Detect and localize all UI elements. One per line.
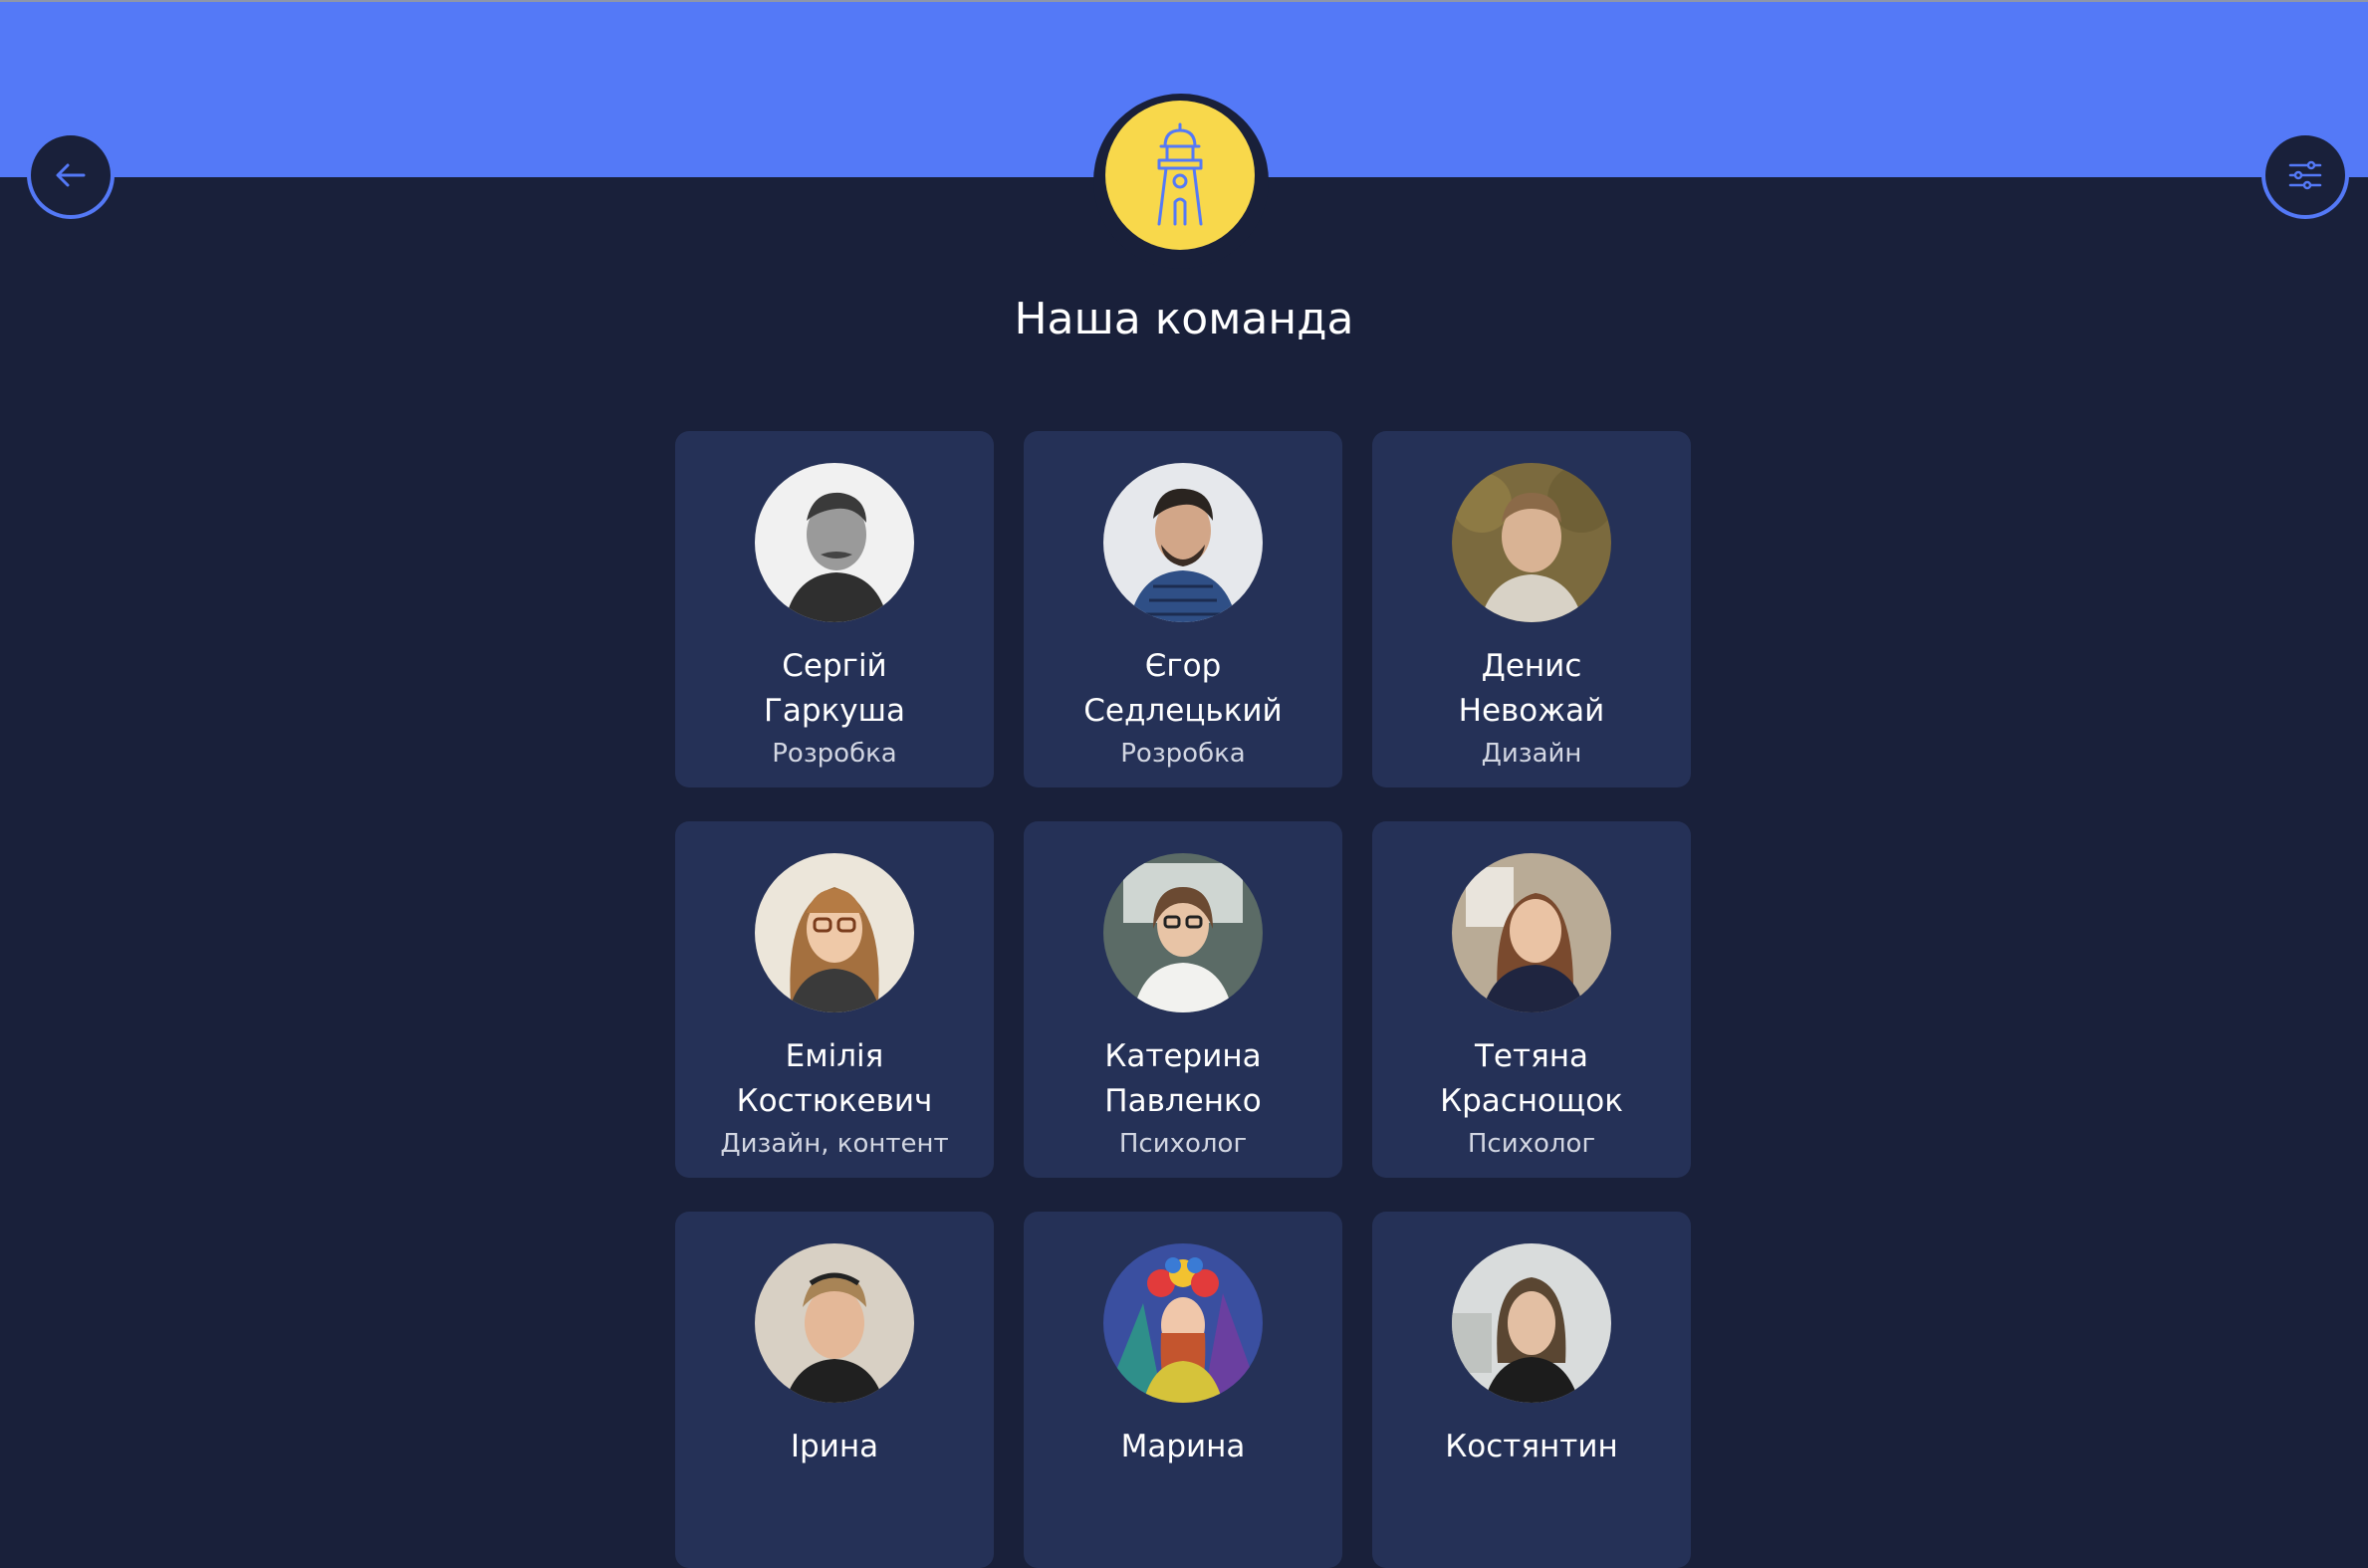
team-card: Емілія Костюкевич Дизайн, контент [675,821,994,1178]
member-role: Дизайн [1481,739,1582,769]
team-grid: Сергій Гаркуша Розробка Єгор Седлецький … [675,431,1691,1568]
avatar [1103,1243,1263,1403]
member-first-name: Єгор [1144,648,1222,684]
member-first-name: Сергій [782,648,887,684]
member-last-name: Гаркуша [763,693,905,729]
filter-button[interactable] [2261,131,2349,219]
member-role: Розробка [772,739,897,769]
avatar [1452,463,1611,622]
back-button[interactable] [27,131,115,219]
team-card: Костянтин [1372,1212,1691,1568]
team-card: Тетяна Краснощок Психолог [1372,821,1691,1178]
member-first-name: Катерина [1104,1038,1262,1074]
page-title: Наша команда [1014,294,1354,344]
avatar [755,1243,914,1403]
arrow-left-icon [56,163,86,187]
avatar [1103,463,1263,622]
avatar [1103,853,1263,1012]
member-last-name: Краснощок [1440,1083,1623,1119]
team-card: Катерина Павленко Психолог [1024,821,1342,1178]
member-last-name: Седлецький [1083,693,1283,729]
team-card: Денис Невожай Дизайн [1372,431,1691,787]
member-last-name: Павленко [1104,1083,1262,1119]
lighthouse-icon [1157,122,1203,226]
team-card: Сергій Гаркуша Розробка [675,431,994,787]
app-logo[interactable] [1105,101,1255,250]
avatar [1452,1243,1611,1403]
team-card: Єгор Седлецький Розробка [1024,431,1342,787]
sliders-icon [2288,160,2322,190]
member-last-name: Невожай [1458,693,1605,729]
member-first-name: Костянтин [1445,1429,1618,1464]
team-card: Марина [1024,1212,1342,1568]
avatar [755,463,914,622]
member-role: Розробка [1120,739,1246,769]
avatar [1452,853,1611,1012]
member-first-name: Ірина [790,1429,879,1464]
member-last-name: Костюкевич [736,1083,933,1119]
avatar [755,853,914,1012]
member-role: Психолог [1467,1129,1596,1159]
team-card: Ірина [675,1212,994,1568]
member-first-name: Денис [1481,648,1582,684]
member-first-name: Марина [1120,1429,1246,1464]
member-first-name: Тетяна [1475,1038,1588,1074]
member-first-name: Емілія [785,1038,884,1074]
member-role: Психолог [1118,1129,1248,1159]
member-role: Дизайн, контент [720,1129,949,1159]
